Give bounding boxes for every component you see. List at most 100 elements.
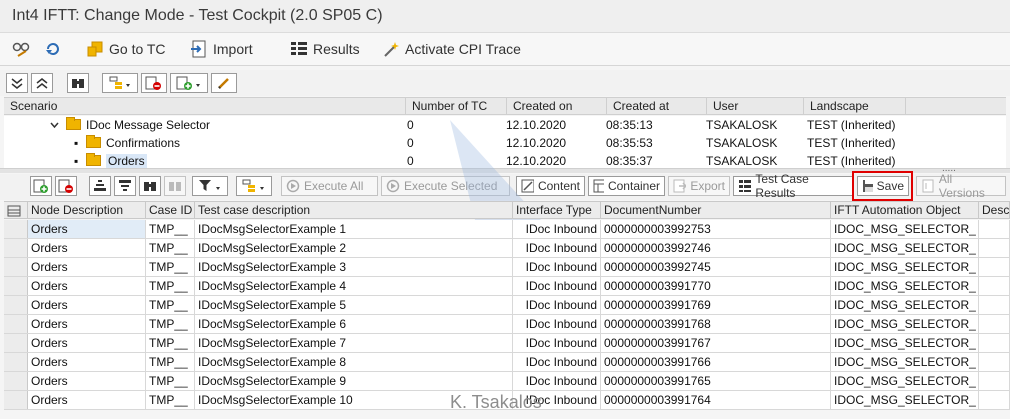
select-all-cell[interactable] [4,202,28,219]
col-document-number[interactable]: DocumentNumber [601,202,831,219]
cell-test-case-description[interactable]: IDocMsgSelectorExample 3 [195,258,513,276]
cell-interface-type[interactable]: IDoc Inbound [513,220,601,238]
row-selector[interactable] [4,277,28,295]
row-selector[interactable] [4,391,28,409]
cell-iftt-automation-object[interactable]: IDOC_MSG_SELECTOR_ [831,220,979,238]
cell-node-description[interactable]: Orders [28,391,146,409]
cell-document-number[interactable]: 0000000003991768 [601,315,831,333]
cell-test-case-description[interactable]: IDocMsgSelectorExample 1 [195,220,513,238]
cell-iftt-automation-object[interactable]: IDOC_MSG_SELECTOR_ [831,296,979,314]
expand-arrow-icon[interactable] [50,116,59,134]
cell-document-number[interactable]: 0000000003992746 [601,239,831,257]
cell-interface-type[interactable]: IDoc Inbound [513,372,601,390]
add-node-button[interactable] [170,73,208,93]
display-change-button[interactable] [12,38,35,60]
cell-interface-type[interactable]: IDoc Inbound [513,258,601,276]
cell-case-id[interactable]: TMP__ [146,315,195,333]
cell-description[interactable] [979,277,1010,295]
cell-interface-type[interactable]: IDoc Inbound [513,315,601,333]
cell-iftt-automation-object[interactable]: IDOC_MSG_SELECTOR_ [831,258,979,276]
col-iftt-automation-object[interactable]: IFTT Automation Object [831,202,979,219]
col-interface-type[interactable]: Interface Type [513,202,601,219]
cell-node-description[interactable]: Orders [28,315,146,333]
table-row[interactable]: Orders TMP__ IDocMsgSelectorExample 3 IDoc … [4,258,1010,277]
col-node-description[interactable]: Node Description [28,202,146,219]
cell-node-description[interactable]: Orders [28,353,146,371]
results-button[interactable]: Results [290,38,360,60]
cell-document-number[interactable]: 0000000003992753 [601,220,831,238]
table-row[interactable]: Orders TMP__ IDocMsgSelectorExample 6 IDoc … [4,315,1010,334]
container-button[interactable]: Container [588,176,665,196]
execute-all-button[interactable]: Execute All [281,176,378,196]
cell-case-id[interactable]: TMP__ [146,239,195,257]
cell-document-number[interactable]: 0000000003991766 [601,353,831,371]
cell-interface-type[interactable]: IDoc Inbound [513,239,601,257]
cell-document-number[interactable]: 0000000003992745 [601,258,831,276]
cell-description[interactable] [979,220,1010,238]
table-row[interactable]: Orders TMP__ IDocMsgSelectorExample 1 IDoc … [4,220,1010,239]
cell-interface-type[interactable]: IDoc Inbound [513,277,601,295]
cell-document-number[interactable]: 0000000003991764 [601,391,831,409]
table-row[interactable]: Orders TMP__ IDocMsgSelectorExample 8 IDoc … [4,353,1010,372]
filter-button[interactable] [192,176,228,196]
col-test-case-description[interactable]: Test case description [195,202,513,219]
cell-test-case-description[interactable]: IDocMsgSelectorExample 5 [195,296,513,314]
cell-node-description[interactable]: Orders [28,277,146,295]
cell-iftt-automation-object[interactable]: IDOC_MSG_SELECTOR_ [831,315,979,333]
cell-node-description[interactable]: Orders [28,239,146,257]
col-description[interactable]: Descr [979,202,1010,219]
table-row[interactable]: Orders TMP__ IDocMsgSelectorExample 2 IDoc … [4,239,1010,258]
cell-description[interactable] [979,372,1010,390]
cell-node-description[interactable]: Orders [28,258,146,276]
col-scenario[interactable]: Scenario [4,98,406,115]
cell-case-id[interactable]: TMP__ [146,258,195,276]
cell-test-case-description[interactable]: IDocMsgSelectorExample 9 [195,372,513,390]
sort-descending-button[interactable] [114,176,136,196]
layout-button[interactable] [236,176,272,196]
cell-test-case-description[interactable]: IDocMsgSelectorExample 6 [195,315,513,333]
cell-iftt-automation-object[interactable]: IDOC_MSG_SELECTOR_ [831,353,979,371]
cell-node-description[interactable]: Orders [28,372,146,390]
row-selector[interactable] [4,220,28,238]
cell-case-id[interactable]: TMP__ [146,220,195,238]
cell-document-number[interactable]: 0000000003991770 [601,277,831,295]
cell-description[interactable] [979,258,1010,276]
delete-row-button[interactable] [55,176,77,196]
cell-description[interactable] [979,391,1010,409]
cell-iftt-automation-object[interactable]: IDOC_MSG_SELECTOR_ [831,239,979,257]
cell-document-number[interactable]: 0000000003991767 [601,334,831,352]
activate-cpi-trace-button[interactable]: Activate CPI Trace [382,38,521,60]
cell-iftt-automation-object[interactable]: IDOC_MSG_SELECTOR_ [831,391,979,409]
all-versions-button[interactable]: All Versions [916,172,1006,200]
cell-iftt-automation-object[interactable]: IDOC_MSG_SELECTOR_ [831,372,979,390]
cell-node-description[interactable]: Orders [28,220,146,238]
find-button[interactable] [67,73,89,93]
cell-description[interactable] [979,353,1010,371]
col-user[interactable]: User [707,98,804,115]
find-in-table-button[interactable] [139,176,161,196]
tree-layout-button[interactable] [102,73,138,93]
goto-tc-button[interactable]: Go to TC [86,38,166,60]
import-button[interactable]: Import [190,38,253,60]
collapse-all-button[interactable] [31,73,53,93]
cell-interface-type[interactable]: IDoc Inbound [513,296,601,314]
expand-all-button[interactable] [6,73,28,93]
table-row[interactable]: Orders TMP__ IDocMsgSelectorExample 9 IDoc … [4,372,1010,391]
refresh-button[interactable] [44,38,67,60]
row-selector[interactable] [4,315,28,333]
cell-interface-type[interactable]: IDoc Inbound [513,334,601,352]
cell-case-id[interactable]: TMP__ [146,296,195,314]
col-landscape[interactable]: Landscape [804,98,906,115]
cell-case-id[interactable]: TMP__ [146,277,195,295]
cell-test-case-description[interactable]: IDocMsgSelectorExample 2 [195,239,513,257]
cell-document-number[interactable]: 0000000003991765 [601,372,831,390]
cell-test-case-description[interactable]: IDocMsgSelectorExample 7 [195,334,513,352]
cell-node-description[interactable]: Orders [28,334,146,352]
cell-node-description[interactable]: Orders [28,296,146,314]
cell-case-id[interactable]: TMP__ [146,372,195,390]
cell-case-id[interactable]: TMP__ [146,353,195,371]
cell-interface-type[interactable]: IDoc Inbound [513,353,601,371]
col-case-id[interactable]: Case ID [146,202,195,219]
sort-ascending-button[interactable] [89,176,111,196]
edit-button[interactable] [211,73,237,93]
